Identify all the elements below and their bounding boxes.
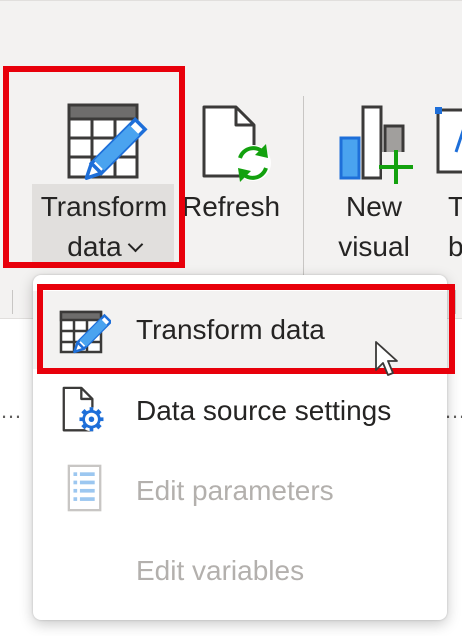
menu-item-label: Data source settings	[136, 395, 392, 426]
transform-data-label-text: data	[67, 231, 122, 262]
new-visual-icon	[339, 105, 413, 184]
parameters-list-icon	[67, 464, 102, 512]
new-visual-label-line1: New	[345, 191, 402, 222]
transform-data-label-line2: data	[36, 228, 172, 266]
new-visual-ribbon-button[interactable]: New visual	[326, 96, 422, 266]
ribbon-group-tick	[455, 290, 456, 314]
menu-item-edit-variables[interactable]: Edit variables	[33, 532, 447, 610]
document-gear-icon	[62, 386, 104, 432]
menu-item-data-source-settings[interactable]: Data source settings	[33, 372, 447, 450]
overflow-dots-left: …	[0, 398, 25, 423]
transform-data-ribbon-button[interactable]: Transform data	[20, 96, 174, 266]
menu-item-label: Edit variables	[136, 555, 305, 586]
mouse-pointer-icon	[375, 341, 398, 376]
text-box-label-line1: T	[448, 191, 462, 222]
text-box-ribbon-button[interactable]: T b	[430, 96, 462, 266]
ribbon-group-divider	[303, 96, 304, 286]
menu-item-label: Edit parameters	[136, 475, 334, 506]
menu-item-edit-parameters[interactable]: Edit parameters	[33, 452, 447, 530]
text-box-icon	[435, 107, 462, 174]
ribbon-group-tick	[12, 290, 13, 314]
refresh-label: Refresh	[181, 191, 281, 222]
transform-data-dropdown-menu: Transform data Data source settings Edit…	[33, 275, 447, 620]
refresh-document-icon	[202, 105, 271, 182]
transform-data-label-line1: Transform	[40, 191, 168, 222]
ribbon-top-border	[0, 0, 462, 1]
table-edit-icon	[59, 310, 111, 354]
refresh-ribbon-button[interactable]: Refresh	[178, 96, 284, 266]
table-edit-icon	[67, 103, 148, 180]
ribbon: Transform data Refresh New visual T b	[0, 0, 462, 319]
menu-item-label: Transform data	[136, 314, 325, 345]
chevron-down-icon	[127, 236, 144, 253]
text-box-label-line2: b	[448, 231, 462, 262]
new-visual-label-line2: visual	[338, 231, 410, 262]
